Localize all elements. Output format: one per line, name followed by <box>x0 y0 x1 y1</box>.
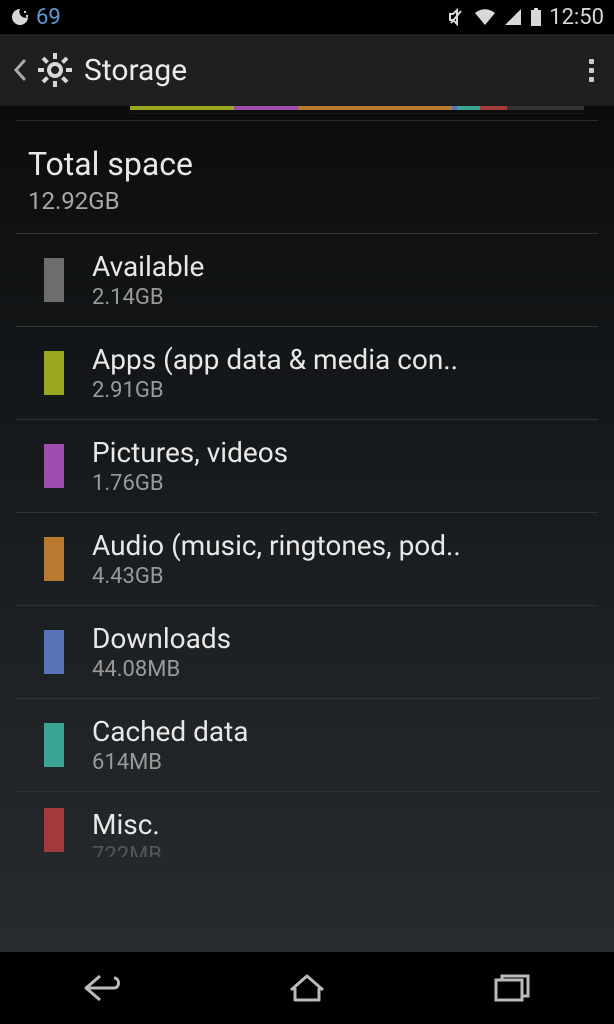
page-title: Storage <box>84 53 187 88</box>
storage-categories-list: Available 2.14GB Apps (app data & media … <box>16 233 598 857</box>
item-size: 2.91GB <box>92 378 586 403</box>
color-swatch <box>44 723 64 767</box>
storage-item-apps[interactable]: Apps (app data & media con.. 2.91GB <box>16 326 598 419</box>
item-size: 722MB <box>92 843 586 857</box>
color-swatch <box>44 808 64 852</box>
recent-apps-button[interactable] <box>442 963 582 1013</box>
item-title: Audio (music, ringtones, pod.. <box>92 529 586 562</box>
color-swatch <box>44 444 64 488</box>
item-title: Available <box>92 250 586 283</box>
item-title: Downloads <box>92 622 586 655</box>
status-bar: 69 12:50 <box>0 0 614 34</box>
item-title: Pictures, videos <box>92 436 586 469</box>
moon-icon <box>10 7 30 27</box>
item-size: 44.08MB <box>92 657 586 682</box>
total-space-section: Total space 12.92GB <box>0 121 614 233</box>
signal-icon <box>503 7 523 27</box>
item-size: 2.14GB <box>92 285 586 310</box>
overflow-menu-button[interactable] <box>581 51 602 90</box>
color-swatch <box>44 351 64 395</box>
clock-time: 12:50 <box>549 5 604 30</box>
item-size: 614MB <box>92 750 586 775</box>
item-size: 4.43GB <box>92 564 586 589</box>
storage-usage-bar <box>130 106 584 114</box>
status-left: 69 <box>10 5 61 30</box>
storage-item-available[interactable]: Available 2.14GB <box>16 233 598 326</box>
app-bar-left[interactable]: Storage <box>12 51 187 89</box>
item-title: Cached data <box>92 715 586 748</box>
total-space-value: 12.92GB <box>28 187 586 215</box>
storage-item-cached[interactable]: Cached data 614MB <box>16 698 598 791</box>
gear-icon <box>36 51 74 89</box>
storage-item-audio[interactable]: Audio (music, ringtones, pod.. 4.43GB <box>16 512 598 605</box>
storage-item-pictures[interactable]: Pictures, videos 1.76GB <box>16 419 598 512</box>
item-title: Misc. <box>92 808 586 841</box>
total-space-label: Total space <box>28 145 586 183</box>
storage-item-downloads[interactable]: Downloads 44.08MB <box>16 605 598 698</box>
wifi-icon <box>473 7 497 27</box>
temperature-value: 69 <box>36 5 61 30</box>
home-button[interactable] <box>237 963 377 1013</box>
color-swatch <box>44 630 64 674</box>
navigation-bar <box>0 952 614 1024</box>
item-title: Apps (app data & media con.. <box>92 343 586 376</box>
color-swatch <box>44 537 64 581</box>
app-bar: Storage <box>0 34 614 106</box>
back-button[interactable] <box>32 963 172 1013</box>
storage-item-misc[interactable]: Misc. 722MB <box>16 791 598 857</box>
battery-icon <box>529 7 543 27</box>
mute-icon <box>447 7 467 27</box>
color-swatch <box>44 258 64 302</box>
status-right: 12:50 <box>447 5 604 30</box>
item-size: 1.76GB <box>92 471 586 496</box>
back-chevron-icon[interactable] <box>12 58 26 82</box>
